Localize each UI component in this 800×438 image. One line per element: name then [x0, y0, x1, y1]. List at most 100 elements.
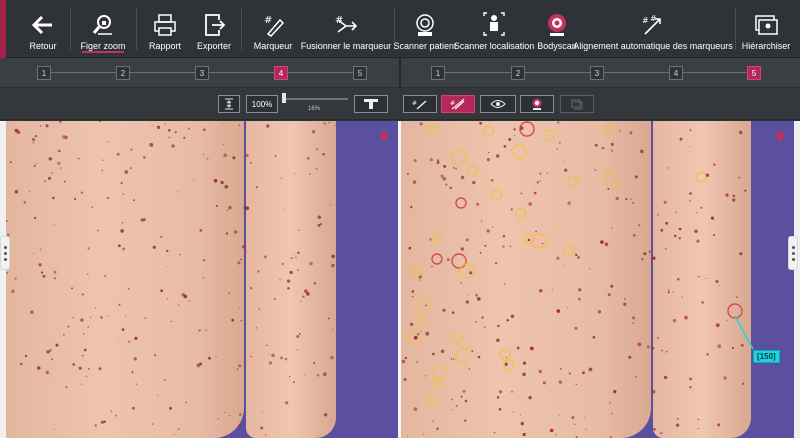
- step-left-5[interactable]: 5: [353, 66, 367, 80]
- lesion-marker[interactable]: [503, 359, 515, 371]
- lesion-marker[interactable]: [431, 253, 443, 265]
- markers-toggle-button[interactable]: #: [403, 95, 437, 113]
- lesion-marker[interactable]: [483, 125, 495, 137]
- lesion-marker[interactable]: [455, 347, 471, 363]
- compare-view-button[interactable]: [560, 95, 594, 113]
- lesion-marker[interactable]: [411, 265, 423, 277]
- svg-text:#: #: [412, 100, 417, 107]
- toolbar-divider: [136, 8, 137, 50]
- skin-lesions-left: [6, 121, 336, 436]
- report-label: Rapport: [148, 41, 182, 51]
- hierarchy-label: Hiérarchiser: [741, 41, 791, 51]
- bodyscan-button[interactable]: Bodyscan: [536, 0, 578, 58]
- zoom-slider-percent: 16%: [308, 106, 321, 112]
- merge-marker-button[interactable]: # Fusionner le marqueur: [300, 0, 392, 58]
- delete-icon-left[interactable]: [380, 131, 388, 140]
- report-button[interactable]: Rapport: [142, 0, 188, 58]
- lesion-marker[interactable]: [519, 121, 535, 137]
- marker-icon: #: [264, 15, 285, 37]
- lesion-marker[interactable]: [415, 297, 431, 313]
- marker-button[interactable]: # Marqueur: [250, 0, 296, 58]
- align-view-button[interactable]: [354, 95, 388, 113]
- step-right-4[interactable]: 4: [669, 66, 683, 80]
- lesion-marker[interactable]: [511, 143, 527, 159]
- scan-location-label: Scanner localisation: [453, 41, 535, 51]
- toolbar-divider: [735, 8, 736, 50]
- compare-icon: [571, 99, 583, 110]
- lesion-marker[interactable]: [499, 349, 511, 361]
- lesion-marker[interactable]: [467, 165, 479, 177]
- step-left-2[interactable]: 2: [116, 66, 130, 80]
- lesion-marker[interactable]: [727, 303, 743, 319]
- stepper-divider: [399, 58, 401, 88]
- lesion-marker[interactable]: [695, 171, 707, 183]
- body-photo-right: [401, 121, 794, 438]
- delete-icon-right[interactable]: [776, 131, 784, 140]
- merge-marker-icon: #: [335, 15, 358, 33]
- zoom-slider-track[interactable]: [284, 98, 348, 100]
- step-right-3[interactable]: 3: [590, 66, 604, 80]
- step-left-4[interactable]: 4: [274, 66, 288, 80]
- arrow-left-icon: [31, 15, 52, 35]
- lesion-marker[interactable]: [543, 129, 555, 141]
- lesion-marker[interactable]: [415, 315, 427, 327]
- scan-patient-icon: [416, 14, 434, 36]
- zoom-level-field[interactable]: 100%: [246, 95, 278, 113]
- lesion-marker[interactable]: [515, 207, 527, 219]
- scan-patient-label: Scanner patient: [393, 41, 457, 51]
- fit-height-button[interactable]: [218, 95, 240, 113]
- lesion-marker[interactable]: [603, 171, 619, 187]
- step-left-3[interactable]: 3: [195, 66, 209, 80]
- lesion-markers-overlay[interactable]: [401, 121, 794, 438]
- auto-align-button[interactable]: # # Alignement automatique des marqueurs: [573, 0, 733, 58]
- lesion-marker[interactable]: [603, 125, 615, 137]
- freeze-zoom-button[interactable]: Figer zoom: [76, 0, 130, 58]
- bodyscan-icon: [548, 14, 566, 36]
- measurement-line: [734, 315, 754, 350]
- measurement-label[interactable]: [150]: [753, 350, 780, 363]
- app-window: Retour Figer zoom Rapport Exporter # Mar…: [0, 0, 800, 438]
- zoom-level-value: 100%: [251, 99, 273, 109]
- step-right-2[interactable]: 2: [511, 66, 525, 80]
- right-body-image-pane[interactable]: [150]: [401, 121, 794, 438]
- lesion-marker[interactable]: [451, 253, 467, 269]
- lesion-marker[interactable]: [431, 233, 443, 245]
- step-right-1[interactable]: 1: [431, 66, 445, 80]
- right-gutter: [794, 121, 800, 438]
- lesion-marker[interactable]: [427, 123, 439, 135]
- hide-markers-button[interactable]: #: [441, 95, 475, 113]
- right-panel-handle[interactable]: [788, 236, 798, 270]
- view-tools-bar: 100% # #: [0, 88, 800, 120]
- bodyscan-small-icon: [532, 98, 542, 110]
- step-right-5[interactable]: 5: [747, 66, 761, 80]
- step-left-1[interactable]: 1: [37, 66, 51, 80]
- printer-icon: [154, 14, 176, 36]
- lesion-marker[interactable]: [451, 149, 467, 165]
- merge-marker-label: Fusionner le marqueur: [300, 41, 392, 51]
- toolbar-divider: [70, 8, 71, 50]
- lesion-marker[interactable]: [427, 395, 439, 407]
- hide-markers-icon: #: [450, 98, 465, 110]
- hierarchy-button[interactable]: Hiérarchiser: [742, 0, 790, 58]
- svg-text:#: #: [264, 15, 272, 26]
- export-icon: [205, 14, 226, 36]
- lesion-marker[interactable]: [451, 331, 463, 343]
- back-button[interactable]: Retour: [24, 0, 62, 58]
- left-body-image-pane[interactable]: [6, 121, 398, 438]
- lesion-marker[interactable]: [407, 329, 423, 345]
- lesion-marker[interactable]: [567, 175, 579, 187]
- main-toolbar: Retour Figer zoom Rapport Exporter # Mar…: [0, 0, 800, 58]
- hierarchy-icon: [755, 15, 778, 35]
- lesion-marker[interactable]: [491, 189, 503, 201]
- lesion-marker[interactable]: [455, 197, 467, 209]
- zoom-slider-thumb[interactable]: [282, 93, 286, 103]
- lesion-marker[interactable]: [459, 263, 475, 279]
- bodyscan-view-button[interactable]: [520, 95, 554, 113]
- svg-text:#: #: [642, 16, 649, 25]
- export-button[interactable]: Exporter: [194, 0, 234, 58]
- scan-location-button[interactable]: Scanner localisation: [454, 0, 534, 58]
- left-panel-handle[interactable]: [0, 236, 10, 270]
- visibility-button[interactable]: [480, 95, 516, 113]
- scan-patient-button[interactable]: Scanner patient: [393, 0, 457, 58]
- lesion-marker[interactable]: [563, 245, 575, 257]
